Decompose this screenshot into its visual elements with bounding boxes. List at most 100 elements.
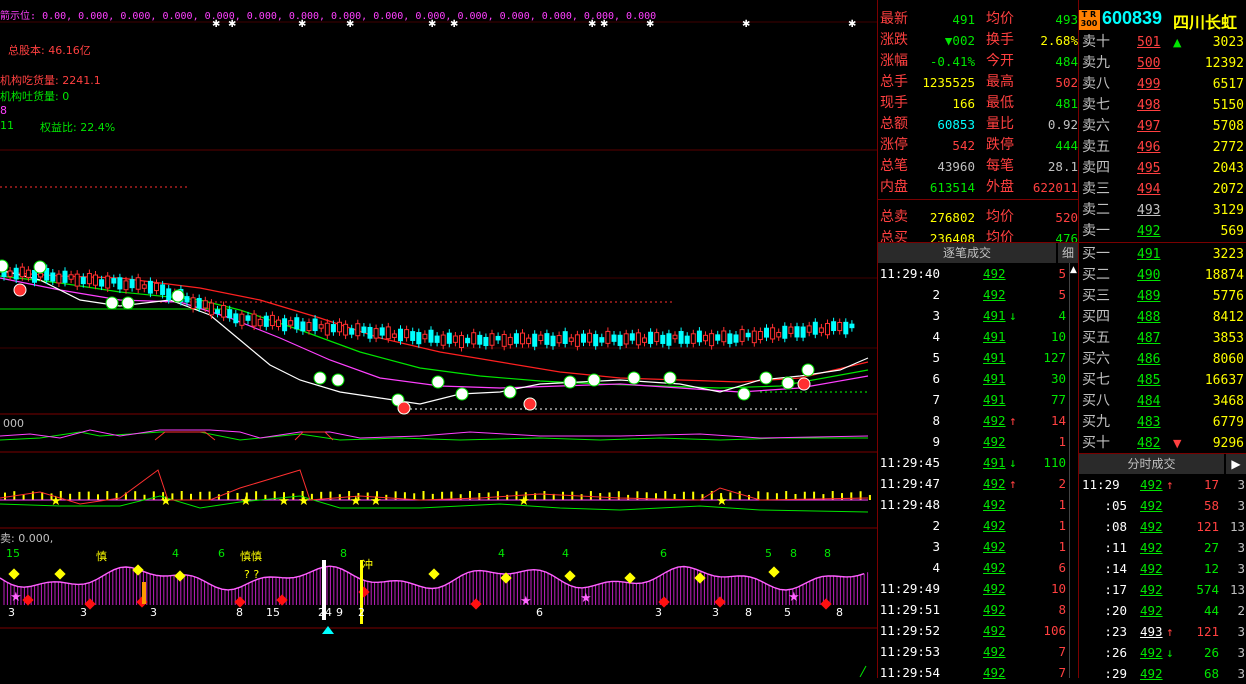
quote-value: 484 (1055, 54, 1078, 69)
tick-row[interactable]: 3 492 1 (878, 536, 1068, 557)
bid-row[interactable]: 买三 489 5776 (1079, 286, 1246, 307)
ask-row[interactable]: 卖七 498 5150 (1079, 95, 1246, 116)
time-trades-panel[interactable]: 分时成交 ▶ 11:29 492 ↑ 17 3:05 492 58 3:08 492 121 13:… (1078, 453, 1246, 681)
order-price: 493 (1137, 203, 1161, 218)
time-trade-row[interactable]: :11 492 27 3 (1079, 537, 1246, 558)
tick-row[interactable]: 11:29:54 492 7 (878, 662, 1068, 683)
bid-row[interactable]: 买十 482 ▼ 9296 (1079, 433, 1246, 454)
star-icon: ★ (580, 591, 592, 606)
tick-row[interactable]: 8 492 ↑ 14 (878, 410, 1068, 431)
quote-value: 622011 (1032, 180, 1078, 195)
time-trade-row[interactable]: :26 492 ↓ 26 3 (1079, 642, 1246, 663)
tick-row[interactable]: 11:29:51 492 8 (878, 599, 1068, 620)
tick-row[interactable]: 11:29:49 492 10 (878, 578, 1068, 599)
candle-body (611, 334, 617, 342)
tick-row[interactable]: 11:29:40 492 5 (878, 263, 1068, 284)
ind3-bottom-num: 8 (836, 606, 843, 619)
ask-row[interactable]: 卖一 492 569 (1079, 221, 1246, 242)
kline-chart-canvas[interactable]: ✱ ✱ ✱ ✱ ✱ ✱ ✱ ✱ ✱ ✱ ✱★ ★ ★ ★ ★ ★ ★ ★ ★★ ★ ★ ★ (0, 0, 877, 677)
tick-row[interactable]: 11:29:52 492 106 (878, 620, 1068, 641)
ask-row[interactable]: 卖五 496 2772 (1079, 137, 1246, 158)
ask-row[interactable]: 卖二 493 3129 (1079, 200, 1246, 221)
candle-body (318, 324, 324, 329)
bid-row[interactable]: 买二 490 18874 (1079, 265, 1246, 286)
order-price: 489 (1137, 289, 1161, 304)
candle-body (422, 333, 428, 340)
tick-row[interactable]: 7 491 77 (878, 389, 1068, 410)
tick-row[interactable]: 2 492 1 (878, 515, 1068, 536)
tick-row[interactable]: 5 491 127 (878, 347, 1068, 368)
tick-row[interactable]: 2 492 5 (878, 284, 1068, 305)
tick-volume: 10 (1050, 581, 1066, 596)
overlay-text: 11 (0, 119, 14, 132)
trade-count: 3 (1237, 498, 1245, 513)
time-trade-row[interactable]: :23 493 ↑ 121 3 (1079, 621, 1246, 642)
candle-body (489, 333, 495, 346)
tick-trades-panel[interactable]: 逐笔成交 细 ▲ 11:29:40 492 5 2 492 5 3 491 ↓ 4 4 491 10 5 4… (877, 242, 1079, 680)
trade-price: 492 (1140, 477, 1163, 492)
candle-body (721, 330, 727, 343)
tick-row[interactable]: 4 492 6 (878, 557, 1068, 578)
tick-volume: 14 (1050, 413, 1066, 428)
scroll-up-icon[interactable]: ▲ (1070, 265, 1077, 275)
candle-body (599, 337, 605, 343)
order-price: 482 (1137, 436, 1161, 451)
ask-row[interactable]: 卖三 494 2072 (1079, 179, 1246, 200)
candle-body (428, 329, 434, 343)
tick-time: 8 (932, 413, 940, 428)
tick-row[interactable]: 4 491 10 (878, 326, 1068, 347)
time-trade-row[interactable]: :17 492 574 13 (1079, 579, 1246, 600)
bid-row[interactable]: 买七 485 16637 (1079, 370, 1246, 391)
trade-price: 493 (1140, 624, 1163, 639)
tick-trades-header[interactable]: 逐笔成交 (878, 243, 1056, 263)
order-label: 买六 (1082, 351, 1110, 367)
ask-row[interactable]: 卖十 501 ▲ 3023 (1079, 32, 1246, 53)
bid-row[interactable]: 买八 484 3468 (1079, 391, 1246, 412)
signal-bar (142, 582, 146, 604)
tick-row[interactable]: 11:29:45 491 ↓ 110 (878, 452, 1068, 473)
tick-row[interactable]: 11:29:47 492 ↑ 2 (878, 473, 1068, 494)
tick-volume: 110 (1043, 455, 1066, 470)
time-trade-row[interactable]: :08 492 121 13 (1079, 516, 1246, 537)
candle-body (330, 324, 336, 333)
tick-row[interactable]: 11:29:48 492 1 (878, 494, 1068, 515)
indicator1-line (0, 431, 868, 441)
time-trade-row[interactable]: :14 492 12 3 (1079, 558, 1246, 579)
bid-row[interactable]: 买九 483 6779 (1079, 412, 1246, 433)
expand-button[interactable]: ▶ (1226, 454, 1246, 474)
bid-row[interactable]: 买一 491 3223 (1079, 244, 1246, 265)
kline-chart-area[interactable]: ✱ ✱ ✱ ✱ ✱ ✱ ✱ ✱ ✱ ✱ ✱ ★ ★ ★ ★ ★ ★ ★ ★ ★ ★ ★ ★ ★ 箭示位: 0.00, 0.00… (0, 0, 877, 677)
bid-row[interactable]: 买五 487 3853 (1079, 328, 1246, 349)
indicator1-line (0, 429, 869, 439)
time-trade-row[interactable]: :29 492 68 3 (1079, 663, 1246, 684)
ask-row[interactable]: 卖四 495 2043 (1079, 158, 1246, 179)
ask-row[interactable]: 卖六 497 5708 (1079, 116, 1246, 137)
tick-row[interactable]: 6 491 30 (878, 368, 1068, 389)
bid-row[interactable]: 买四 488 8412 (1079, 307, 1246, 328)
tick-time: 11:29:45 (879, 455, 940, 470)
order-price: 501 (1137, 35, 1161, 50)
time-trade-row[interactable]: :05 492 58 3 (1079, 495, 1246, 516)
time-trade-row[interactable]: :20 492 44 2 (1079, 600, 1246, 621)
order-label: 买九 (1082, 414, 1110, 430)
arrow-down-icon: ▼ (1173, 437, 1182, 450)
smiley-icon (313, 371, 327, 385)
candle-body (642, 337, 647, 343)
quote-row: 涨幅 -0.41% 今开 484 (878, 51, 1079, 72)
ask-row[interactable]: 卖九 500 12392 (1079, 53, 1246, 74)
ask-row[interactable]: 卖八 499 6517 (1079, 74, 1246, 95)
ind3-bottom-num: 8 (236, 606, 243, 619)
candle-body (739, 329, 745, 342)
tick-row[interactable]: 11:29:53 492 7 (878, 641, 1068, 662)
bid-row[interactable]: 买六 486 8060 (1079, 349, 1246, 370)
tick-row[interactable]: 9 492 1 (878, 431, 1068, 452)
detail-button[interactable]: 细 (1058, 243, 1078, 263)
tick-price: 491 (983, 455, 1006, 470)
trade-volume: 17 (1203, 477, 1219, 492)
time-trades-header[interactable]: 分时成交 (1079, 454, 1224, 474)
time-trade-row[interactable]: 11:29 492 ↑ 17 3 (1079, 474, 1246, 495)
tick-volume: 1 (1058, 434, 1066, 449)
tick-row[interactable]: 3 491 ↓ 4 (878, 305, 1068, 326)
candle-body (25, 269, 31, 278)
ind3-bottom-num: 6 (536, 606, 543, 619)
